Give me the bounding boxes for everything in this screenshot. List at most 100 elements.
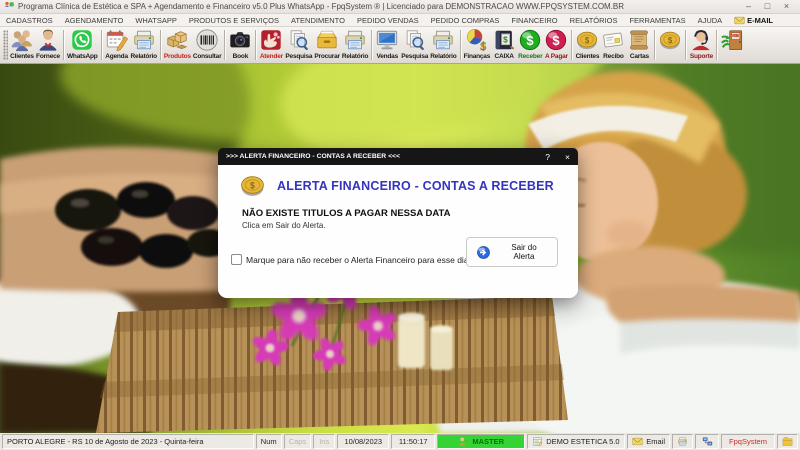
coin-icon: $	[239, 172, 266, 199]
status-time-text: 11:50:17	[398, 437, 428, 446]
toolbar-button-sair[interactable]: EXIT	[719, 27, 745, 63]
status-date: 10/08/2023	[337, 434, 390, 449]
printer-icon	[677, 436, 688, 447]
status-caps-lock-text: Caps	[288, 437, 307, 446]
menu-ferramentas[interactable]: FERRAMENTAS	[623, 14, 691, 26]
menu-produtos-e-servicos[interactable]: PRODUTOS E SERVIÇOS	[183, 14, 285, 26]
toolbar-label-suporte: Suporte	[689, 53, 713, 60]
user-key-icon	[458, 436, 469, 447]
toolbar-button-agenda-relatorio[interactable]: Relatório	[130, 27, 158, 63]
toolbar-label-recibo: Recibo	[603, 53, 624, 60]
status-email[interactable]: Email	[627, 434, 670, 449]
envelope-icon	[734, 15, 745, 26]
dialog-message: NÃO EXISTE TITULOS A PAGAR NESSA DATA	[242, 208, 451, 219]
toolbar-button-fornecedores[interactable]: Fornece	[35, 27, 61, 63]
toolbar-button-recibo[interactable]: Recibo	[600, 27, 626, 63]
close-button[interactable]: ×	[777, 0, 796, 13]
menu-agendamento[interactable]: AGENDAMENTO	[59, 14, 130, 26]
toolbar-button-book[interactable]: Book	[227, 27, 253, 63]
toolbar-label-clientes: Clientes	[10, 53, 34, 60]
svg-text:$: $	[503, 34, 508, 44]
menu-atendimento[interactable]: ATENDIMENTO	[285, 14, 351, 26]
dialog-titlebar[interactable]: >>> ALERTA FINANCEIRO - CONTAS A RECEBER…	[218, 148, 578, 165]
status-time: 11:50:17	[391, 434, 436, 449]
toolbar-grip[interactable]	[3, 30, 8, 60]
toolbar-button-agenda[interactable]: Agenda	[104, 27, 130, 63]
toolbar-label-atender: Atender	[259, 53, 283, 60]
minimize-button[interactable]: –	[739, 0, 758, 13]
menu-cadastros-label: CADASTROS	[6, 15, 53, 25]
dialog-heading: ALERTA FINANCEIRO - CONTAS A RECEBER	[277, 178, 554, 193]
toolbar-button-atender[interactable]: Atender	[258, 27, 284, 63]
exit-alert-button[interactable]: Sair do Alerta	[466, 237, 558, 267]
menu-financeiro-label: FINANCEIRO	[511, 15, 558, 25]
status-company-text: DEMO ESTETICA 5.0	[546, 437, 620, 446]
toolbar-button-vendas[interactable]: Vendas	[374, 27, 400, 63]
dialog-hint: Clica em Sair do Alerta.	[242, 221, 326, 230]
toolbar-button-atendimento-relatorio[interactable]: Relatório	[341, 27, 369, 63]
toolbar-button-suporte[interactable]: Suporte	[688, 27, 714, 63]
menu-relatorios-label: RELATÓRIOS	[569, 15, 618, 25]
headset-person-icon	[689, 28, 713, 52]
envelope-icon	[632, 436, 643, 447]
toolbar-label-procurar: Procurar	[314, 53, 340, 60]
statusbar: PORTO ALEGRE - RS 10 de Agosto de 2023 -…	[0, 433, 800, 450]
menu-relatorios[interactable]: RELATÓRIOS	[564, 14, 624, 26]
toolbar-button-clientes-financeiro[interactable]: $ Clientes	[574, 27, 600, 63]
status-print[interactable]	[672, 434, 693, 449]
menu-pedido-vendas-label: PEDIDO VENDAS	[356, 15, 419, 25]
status-brand[interactable]: FpqSystem	[721, 434, 775, 449]
status-insert-text: Ins	[319, 437, 330, 446]
camera-icon	[228, 28, 252, 52]
toolbar-label-financas: Finanças	[463, 53, 491, 60]
toolbar-button-consultar[interactable]: Consultar	[192, 27, 223, 63]
skip-alert-checkbox-row[interactable]: Marque para não receber o Alerta Finance…	[231, 254, 469, 265]
toolbar-button-produtos[interactable]: Produtos	[163, 27, 192, 63]
status-folder[interactable]	[777, 434, 798, 449]
menu-ajuda[interactable]: AJUDA	[692, 14, 729, 26]
monitor-icon	[375, 28, 399, 52]
toolbar-button-a-pagar[interactable]: $ A Pagar	[543, 27, 569, 63]
menu-pedido-compras[interactable]: PEDIDO COMPRAS	[425, 14, 506, 26]
status-brand-text: FpqSystem	[729, 437, 767, 446]
toolbar-button-procurar[interactable]: Procurar	[313, 27, 341, 63]
status-network[interactable]	[695, 434, 719, 449]
menu-cadastros[interactable]: CADASTROS	[0, 14, 59, 26]
toolbar-button-atendimento-pesquisa[interactable]: Pesquisa	[284, 27, 313, 63]
toolbar-button-moedas[interactable]: $	[657, 27, 683, 63]
toolbar-button-vendas-relatorio[interactable]: Relatório	[429, 27, 457, 63]
svg-text:$: $	[553, 33, 560, 48]
toolbar-label-agenda-relatorio: Relatório	[130, 53, 158, 60]
skip-alert-checkbox[interactable]	[231, 254, 242, 265]
toolbar-button-whatsapp[interactable]: WhatsApp	[66, 27, 99, 63]
toolbar-button-clientes[interactable]: Clientes	[9, 27, 35, 63]
toolbar-button-receber[interactable]: $ Receber	[517, 27, 543, 63]
ledger-icon: $	[492, 28, 516, 52]
dialog-body: $ ALERTA FINANCEIRO - CONTAS A RECEBER N…	[218, 165, 578, 298]
toolbar-separator	[459, 30, 461, 60]
status-location-date: PORTO ALEGRE - RS 10 de Agosto de 2023 -…	[2, 434, 254, 449]
toolbar-button-cartas[interactable]: Cartas	[626, 27, 652, 63]
svg-text:$: $	[668, 36, 673, 45]
coin-icon: $	[658, 28, 682, 52]
menu-pedido-compras-label: PEDIDO COMPRAS	[430, 15, 500, 25]
attend-icon	[259, 28, 283, 52]
menu-pedido-vendas[interactable]: PEDIDO VENDAS	[351, 14, 425, 26]
toolbar-button-caixa[interactable]: $ CAIXA	[491, 27, 517, 63]
dialog-title: >>> ALERTA FINANCEIRO - CONTAS A RECEBER…	[226, 153, 400, 160]
toolbar-separator	[224, 30, 226, 60]
menu-email[interactable]: E-MAIL	[728, 14, 779, 26]
printer-icon	[132, 28, 156, 52]
dialog-close-button[interactable]: ×	[565, 152, 570, 162]
toolbar-button-financas[interactable]: $ Finanças	[463, 27, 492, 63]
maximize-button[interactable]: □	[758, 0, 777, 13]
dialog-help-button[interactable]: ?	[545, 152, 550, 162]
menu-whatsapp[interactable]: WHATSAPP	[129, 14, 183, 26]
app-window: Programa Clínica de Estética e SPA + Age…	[0, 0, 800, 450]
toolbar-label-consultar: Consultar	[192, 53, 222, 60]
svg-text:$: $	[480, 39, 486, 52]
toolbar-button-vendas-pesquisa[interactable]: Pesquisa	[400, 27, 429, 63]
network-icon	[702, 436, 713, 447]
search-docs-icon	[403, 28, 427, 52]
menu-financeiro[interactable]: FINANCEIRO	[505, 14, 563, 26]
